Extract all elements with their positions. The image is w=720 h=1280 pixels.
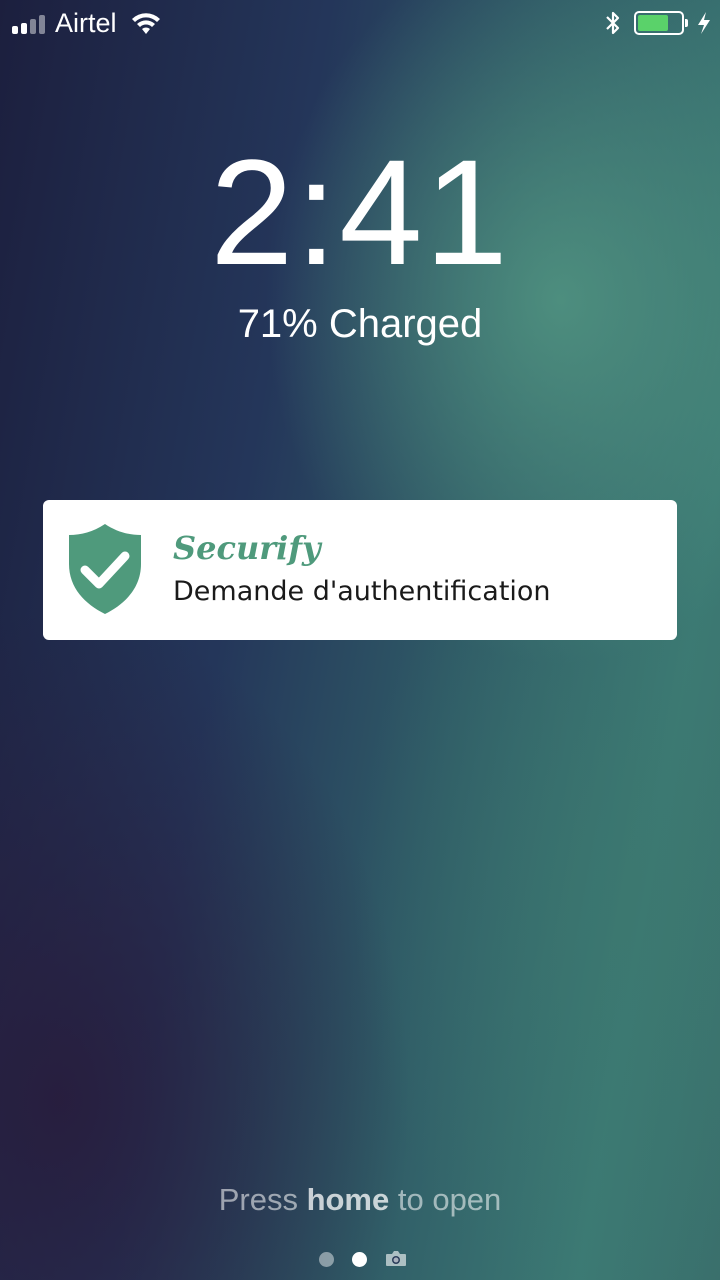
notification-message: Demande d'authentification: [173, 576, 551, 607]
signal-icon: [12, 14, 52, 34]
page-dot-1[interactable]: [319, 1252, 334, 1267]
battery-icon: [634, 11, 688, 35]
notification-app-name: Securify: [173, 529, 321, 567]
camera-icon[interactable]: [385, 1249, 407, 1267]
wifi-icon: [132, 13, 160, 34]
prompt-prefix: Press: [218, 1182, 307, 1217]
page-dot-2[interactable]: [352, 1252, 367, 1267]
charging-bolt-icon: [698, 12, 710, 34]
bluetooth-icon: [606, 11, 620, 35]
shield-check-icon: [69, 524, 141, 614]
prompt-suffix: to open: [389, 1182, 502, 1217]
battery-level: [638, 15, 668, 31]
page-indicator[interactable]: [0, 1248, 720, 1270]
lock-screen-clock: 2:41: [210, 128, 510, 296]
charge-status: 71% Charged: [237, 302, 483, 346]
press-home-prompt: Press home to open: [0, 1180, 720, 1220]
prompt-bold: home: [306, 1182, 390, 1217]
notification-card[interactable]: Securify Demande d'authentification: [43, 500, 677, 640]
carrier-name: Airtel: [55, 8, 117, 38]
status-bar: Airtel: [0, 0, 720, 46]
